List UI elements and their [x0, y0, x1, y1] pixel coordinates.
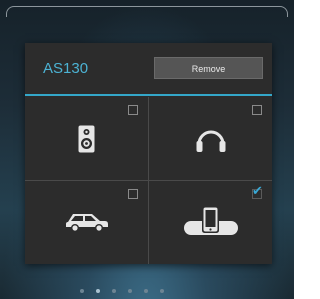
car-checkbox[interactable] [128, 189, 138, 199]
phone-dock-icon [184, 206, 238, 235]
speaker-checkbox[interactable] [128, 105, 138, 115]
device-option-speaker[interactable] [25, 97, 148, 180]
checkmark-icon: ✔ [252, 183, 263, 198]
screen: AS130 Remove ✔ [0, 0, 294, 299]
page-indicator [80, 289, 220, 295]
dialog-title: AS130 [43, 60, 89, 77]
device-option-headphones[interactable] [149, 97, 272, 180]
page-dot[interactable] [96, 289, 100, 293]
car-icon [66, 214, 108, 232]
device-option-phone-dock[interactable]: ✔ [149, 181, 272, 264]
device-grid: ✔ [25, 97, 272, 264]
remove-button[interactable]: Remove [154, 57, 263, 79]
device-option-car[interactable] [25, 181, 148, 264]
headphones-checkbox[interactable] [252, 105, 262, 115]
grid-divider-horizontal [25, 180, 272, 181]
phone-dock-checkbox[interactable]: ✔ [252, 184, 263, 199]
headphones-icon [196, 130, 226, 152]
page-dot[interactable] [128, 289, 132, 293]
speaker-icon [78, 125, 95, 153]
window-frame [6, 6, 288, 17]
device-dialog: AS130 Remove ✔ [25, 43, 272, 264]
dialog-header: AS130 Remove [25, 43, 272, 96]
page-dot[interactable] [80, 289, 84, 293]
page-dot[interactable] [112, 289, 116, 293]
page-dot[interactable] [160, 289, 164, 293]
page-dot[interactable] [144, 289, 148, 293]
